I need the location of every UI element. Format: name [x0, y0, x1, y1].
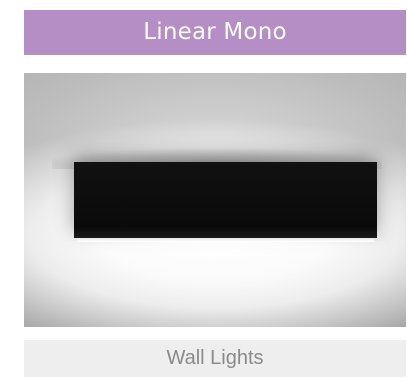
product-card[interactable]: Linear Mono Wall Lights — [24, 0, 406, 379]
category-link[interactable]: Wall Lights — [24, 340, 406, 377]
product-title[interactable]: Linear Mono — [24, 10, 406, 55]
product-image[interactable] — [24, 73, 406, 327]
wall-light-fixture — [74, 162, 377, 242]
light-glow — [64, 241, 386, 271]
